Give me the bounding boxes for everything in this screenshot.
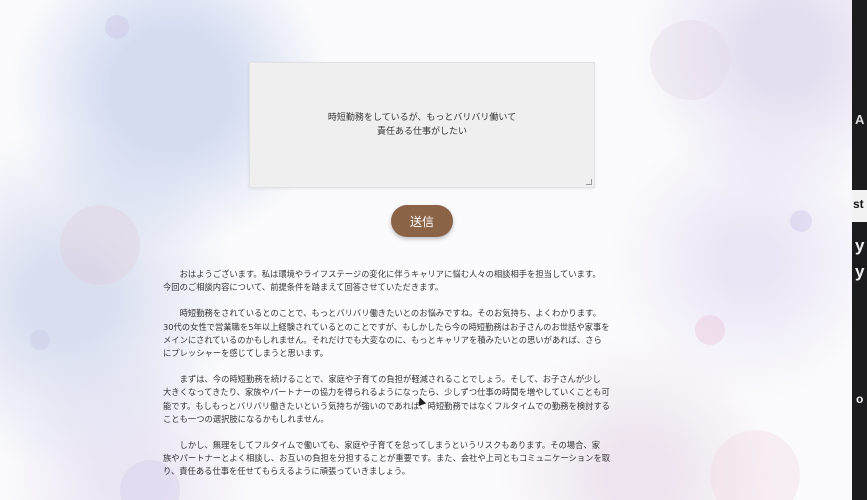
strip-fragment: o [856,392,864,406]
strip-fragment: st [853,197,864,211]
strip-fragment: y [855,262,865,281]
question-text: 時短勤務をしているが、もっとバリバリ働いて 責任ある仕事がしたい [328,111,516,139]
strip-fragment: y [855,236,865,255]
send-button[interactable]: 送信 [391,205,453,237]
adjacent-window-strip: A st y y o [852,0,867,500]
question-line: 責任ある仕事がしたい [376,127,467,137]
bokeh-dot [790,210,812,232]
bokeh-dot [105,15,129,39]
answer-text: おはようございます。私は環境やライフステージの変化に伴うキャリアに悩む人々の相談… [163,268,683,492]
resize-handle[interactable] [586,179,592,185]
strip-panel: st [852,190,867,222]
bokeh-dot [30,330,50,350]
question-line: 時短勤務をしているが、もっとバリバリ働いて [327,113,517,123]
bokeh-dot [695,315,725,345]
bokeh-dot [60,205,140,285]
answer-paragraph: おはようございます。私は環境やライフステージの変化に伴うキャリアに悩む人々の相談… [163,269,601,293]
answer-paragraph: 時短勤務をされているとのことで、もっとバリバリ働きたいとのお悩みですね。そのお気… [163,308,610,359]
answer-paragraph: しかし、無理をしてフルタイムで働いても、家庭や子育てを怠ってしまうというリスクも… [163,440,611,477]
bokeh-dot [650,20,730,100]
strip-fragment: A [855,112,865,127]
question-textarea[interactable]: 時短勤務をしているが、もっとバリバリ働いて 責任ある仕事がしたい [249,62,595,188]
